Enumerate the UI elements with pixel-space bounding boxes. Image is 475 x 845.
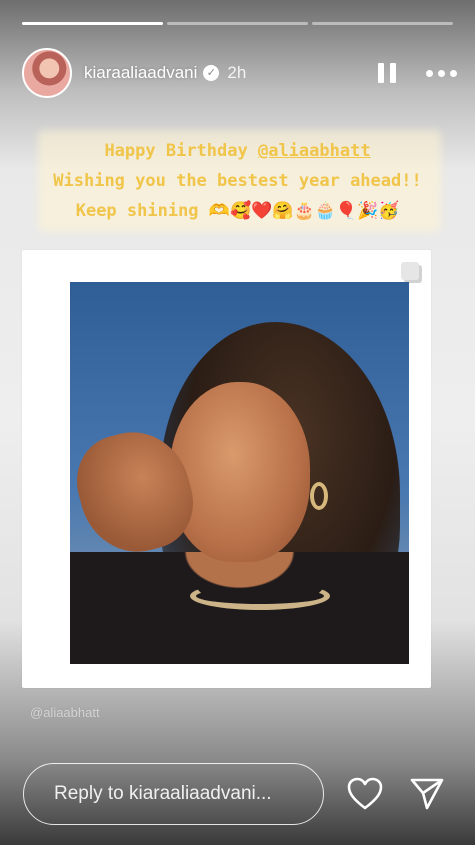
story-header: kiaraaliaadvani ✓ 2h: [22, 46, 457, 100]
caption-line-1: Happy Birthday @aliaabhatt: [40, 136, 435, 166]
mention-link[interactable]: @aliaabhatt: [258, 141, 371, 161]
post-time: 2h: [227, 63, 247, 82]
story-caption: Happy Birthday @aliaabhatt Wishing you t…: [38, 130, 441, 232]
reply-placeholder: Reply to kiaraaliaadvani...: [54, 783, 272, 804]
post-photo[interactable]: [70, 282, 409, 664]
username[interactable]: kiaraaliaadvani: [84, 63, 197, 83]
avatar[interactable]: [22, 48, 72, 98]
multiple-posts-icon: [401, 262, 419, 280]
reply-input[interactable]: Reply to kiaraaliaadvani...: [23, 763, 324, 825]
progress-segment: [312, 22, 453, 25]
heart-icon[interactable]: [347, 777, 383, 811]
progress-segment: [167, 22, 308, 25]
caption-text: Happy Birthday: [104, 141, 258, 161]
shared-post-card[interactable]: [22, 250, 431, 688]
pause-icon[interactable]: [378, 63, 396, 83]
caption-line-2: Wishing you the bestest year ahead!!: [53, 171, 422, 191]
story-progress-bar: [22, 22, 453, 25]
caption-line-3: Keep shining 🫶🥰❤️🤗🎂🧁🎈🎉🥳: [75, 201, 400, 221]
send-icon[interactable]: [409, 777, 445, 811]
post-author-tag[interactable]: @aliaabhatt: [30, 705, 100, 720]
more-options-icon[interactable]: [426, 69, 457, 77]
verified-badge-icon: ✓: [203, 65, 220, 81]
progress-segment: [22, 22, 163, 25]
